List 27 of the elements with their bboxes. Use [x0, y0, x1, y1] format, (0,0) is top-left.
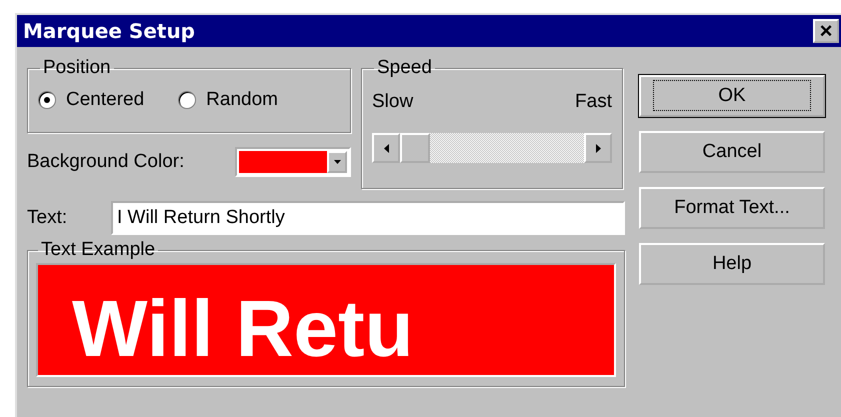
color-dropdown[interactable] — [235, 147, 351, 177]
scroll-left-button[interactable] — [372, 133, 400, 163]
dialog-button[interactable]: Cancel — [639, 131, 825, 173]
text-input[interactable]: I Will Return Shortly — [111, 201, 625, 235]
radio-option[interactable]: Random — [178, 89, 278, 111]
fast-label: Fast — [575, 91, 612, 113]
left-triangle-icon — [384, 144, 388, 152]
radio-option[interactable]: Centered — [38, 89, 144, 111]
close-button[interactable]: × — [813, 19, 839, 43]
dialog-button[interactable]: OK — [639, 75, 825, 117]
radio-label: Random — [206, 89, 278, 111]
preview-text: Will Retu — [72, 283, 414, 375]
window-title: Marquee Setup — [23, 19, 195, 43]
group-label: Text Example — [40, 239, 156, 261]
scroll-right-button[interactable] — [584, 133, 612, 163]
dialog-button[interactable]: Format Text... — [639, 187, 825, 229]
scroll-thumb[interactable] — [400, 133, 430, 163]
caret-icon — [334, 160, 340, 164]
field-label: Background Color: — [27, 151, 184, 173]
group-label: Speed — [376, 57, 433, 79]
field-label: Text: — [27, 207, 68, 229]
dialog-button[interactable]: Help — [639, 243, 825, 285]
slow-label: Slow — [372, 91, 414, 113]
speed-scrollbar[interactable] — [372, 133, 612, 163]
right-triangle-icon — [596, 144, 600, 152]
group-label: Position — [42, 57, 112, 79]
radio-label: Centered — [66, 89, 144, 111]
